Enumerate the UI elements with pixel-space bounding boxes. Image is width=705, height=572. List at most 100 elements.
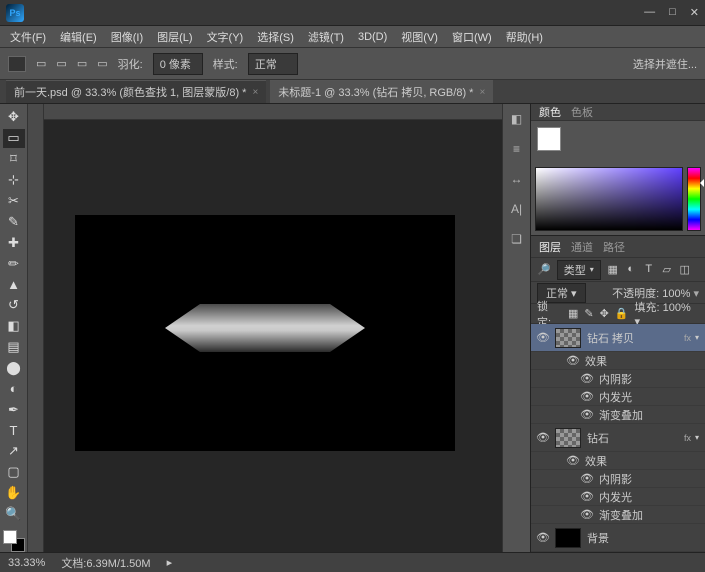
menu-image[interactable]: 图像(I): [105, 27, 149, 47]
ruler-vertical[interactable]: [28, 104, 44, 552]
filter-adjust-icon[interactable]: ◐: [625, 263, 637, 276]
filter-type-select[interactable]: 类型 ▾: [557, 260, 601, 280]
layer-effect[interactable]: 👁效果: [531, 352, 705, 370]
close-icon[interactable]: ×: [252, 87, 258, 98]
ruler-horizontal[interactable]: [28, 104, 502, 120]
stamp-tool[interactable]: ▲: [3, 275, 25, 294]
lasso-tool[interactable]: ⌑: [3, 150, 25, 169]
tab-channels[interactable]: 通道: [571, 239, 593, 255]
lock-pos-icon[interactable]: ✥: [600, 307, 609, 320]
layer-effect[interactable]: 👁内发光: [531, 488, 705, 506]
tab-color[interactable]: 颜色: [539, 104, 561, 120]
move-tool[interactable]: ✥: [3, 108, 25, 127]
layer-thumb[interactable]: [555, 328, 581, 348]
menu-help[interactable]: 帮助(H): [500, 27, 549, 47]
menu-filter[interactable]: 滤镜(T): [302, 27, 350, 47]
close-button[interactable]: ✕: [690, 6, 699, 19]
current-color-swatch[interactable]: [537, 127, 561, 151]
fx-badge[interactable]: fx ▾: [684, 433, 699, 443]
visibility-icon[interactable]: 👁: [537, 532, 549, 544]
zoom-level[interactable]: 33.33%: [8, 557, 45, 569]
visibility-icon[interactable]: 👁: [567, 355, 579, 367]
menu-file[interactable]: 文件(F): [4, 27, 52, 47]
panel-icon-2[interactable]: ↔: [508, 170, 526, 188]
minimize-button[interactable]: —: [644, 6, 655, 19]
fill-value[interactable]: 100%: [663, 302, 691, 314]
menu-3d[interactable]: 3D(D): [352, 29, 393, 45]
marquee-add-icon[interactable]: ▭: [56, 57, 66, 70]
filter-pixel-icon[interactable]: ▦: [607, 263, 619, 276]
doc-tab-1[interactable]: 未标题-1 @ 33.3% (钻石 拷贝, RGB/8) *×: [270, 80, 493, 103]
layer-effect[interactable]: 👁渐变叠加: [531, 406, 705, 424]
opacity-value[interactable]: 100%: [662, 288, 690, 300]
marquee-tool[interactable]: ▭: [3, 129, 25, 148]
layer-thumb[interactable]: [555, 528, 581, 548]
blur-tool[interactable]: ⬤: [3, 359, 25, 378]
panel-icon-3[interactable]: A|: [508, 200, 526, 218]
canvas-area[interactable]: [28, 104, 502, 552]
eyedropper-tool[interactable]: ✎: [3, 212, 25, 231]
doc-size[interactable]: 文档:6.39M/1.50M: [61, 555, 150, 571]
wand-tool[interactable]: ⊹: [3, 171, 25, 190]
panel-icon-4[interactable]: ❏: [508, 230, 526, 248]
fg-bg-swatch[interactable]: [3, 530, 25, 553]
lock-paint-icon[interactable]: ✎: [584, 307, 593, 320]
panel-icon-0[interactable]: ◧: [508, 110, 526, 128]
path-tool[interactable]: ↗: [3, 442, 25, 461]
layers-list[interactable]: 👁钻石 拷贝fx ▾👁效果👁内阴影👁内发光👁渐变叠加👁钻石fx ▾👁效果👁内阴影…: [531, 324, 705, 552]
refine-edge-button[interactable]: 选择并遮住...: [633, 56, 697, 72]
foreground-color[interactable]: [3, 530, 17, 544]
menu-edit[interactable]: 编辑(E): [54, 27, 103, 47]
status-chevron-icon[interactable]: ▸: [167, 556, 173, 569]
artboard[interactable]: [75, 215, 455, 451]
pen-tool[interactable]: ✒: [3, 400, 25, 419]
menu-view[interactable]: 视图(V): [395, 27, 444, 47]
layer-effect[interactable]: 👁渐变叠加: [531, 506, 705, 524]
eraser-tool[interactable]: ◧: [3, 317, 25, 336]
filter-shape-icon[interactable]: ▱: [661, 263, 673, 276]
sv-field[interactable]: [535, 167, 683, 231]
feather-input[interactable]: 0 像素: [153, 53, 203, 75]
heal-tool[interactable]: ✚: [3, 233, 25, 252]
close-icon[interactable]: ×: [479, 87, 485, 98]
history-brush-tool[interactable]: ↺: [3, 296, 25, 315]
tab-layers[interactable]: 图层: [539, 239, 561, 255]
tab-swatches[interactable]: 色板: [571, 104, 593, 120]
filter-search-icon[interactable]: 🔎: [537, 263, 551, 276]
tool-preset[interactable]: [8, 56, 26, 72]
layer-row[interactable]: 👁背景: [531, 524, 705, 552]
layer-row[interactable]: 👁钻石 拷贝fx ▾: [531, 324, 705, 352]
lock-trans-icon[interactable]: ▦: [568, 307, 578, 320]
layer-effect[interactable]: 👁内阴影: [531, 370, 705, 388]
filter-type-icon[interactable]: T: [643, 263, 655, 276]
visibility-icon[interactable]: 👁: [581, 391, 593, 403]
type-tool[interactable]: T: [3, 421, 25, 440]
crop-tool[interactable]: ✂: [3, 192, 25, 211]
brush-tool[interactable]: ✏: [3, 254, 25, 273]
panel-icon-1[interactable]: ≡: [508, 140, 526, 158]
zoom-tool[interactable]: 🔍: [3, 505, 25, 524]
visibility-icon[interactable]: 👁: [581, 491, 593, 503]
filter-smart-icon[interactable]: ◫: [679, 263, 691, 276]
visibility-icon[interactable]: 👁: [581, 373, 593, 385]
visibility-icon[interactable]: 👁: [581, 509, 593, 521]
layer-effect[interactable]: 👁内发光: [531, 388, 705, 406]
style-select[interactable]: 正常: [248, 53, 298, 75]
layer-thumb[interactable]: [555, 428, 581, 448]
layer-effect[interactable]: 👁效果: [531, 452, 705, 470]
menu-type[interactable]: 文字(Y): [201, 27, 250, 47]
maximize-button[interactable]: □: [669, 6, 676, 19]
marquee-new-icon[interactable]: ▭: [36, 57, 46, 70]
lock-all-icon[interactable]: 🔒: [615, 307, 629, 320]
doc-tab-0[interactable]: 前一天.psd @ 33.3% (颜色查找 1, 图层蒙版/8) *×: [6, 80, 266, 103]
hue-slider[interactable]: [687, 167, 701, 231]
menu-layer[interactable]: 图层(L): [151, 27, 198, 47]
visibility-icon[interactable]: 👁: [581, 409, 593, 421]
layer-row[interactable]: 👁钻石fx ▾: [531, 424, 705, 452]
menu-select[interactable]: 选择(S): [251, 27, 300, 47]
gradient-tool[interactable]: ▤: [3, 338, 25, 357]
visibility-icon[interactable]: 👁: [537, 332, 549, 344]
layer-effect[interactable]: 👁内阴影: [531, 470, 705, 488]
hand-tool[interactable]: ✋: [3, 484, 25, 503]
menu-window[interactable]: 窗口(W): [446, 27, 498, 47]
